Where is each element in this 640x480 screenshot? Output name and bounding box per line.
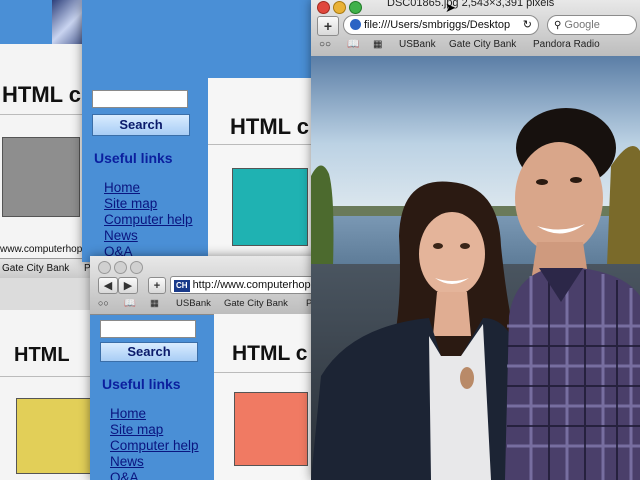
bookmark-gate-city-bank[interactable]: Gate City Bank	[449, 39, 516, 50]
top-sites-grid-icon[interactable]: ▦	[150, 298, 159, 309]
reader-icon[interactable]: ○○	[98, 298, 109, 308]
search-input[interactable]	[100, 320, 196, 338]
front-bookmarks-bar: ○○ 📖 ▦ USBank Gate City Bank P	[90, 298, 322, 312]
bookmarks-icon[interactable]: 📖	[124, 298, 136, 309]
link-computer-help[interactable]: Computer help	[104, 212, 193, 227]
middle-content-area: HTML c	[208, 78, 322, 262]
bookmark-gate-city-bank[interactable]: Gate City Bank	[2, 263, 69, 274]
address-bar-text: file:///Users/smbriggs/Desktop	[364, 19, 511, 31]
search-button[interactable]: Search	[100, 342, 198, 362]
man-eye-right	[570, 177, 582, 183]
photo-bookmarks-bar: ○○ 📖 ▦ USBank Gate City Bank Pandora Rad…	[311, 39, 640, 53]
back-left-window: HTML c www.computerhop Gate City Bank P …	[0, 0, 92, 480]
left-trees	[311, 165, 334, 266]
back-left-lower-header	[0, 278, 92, 310]
link-computer-help[interactable]: Computer help	[110, 438, 199, 453]
search-placeholder: Google	[564, 19, 600, 31]
woman-neck	[433, 292, 471, 336]
back-left-swatch-bottom	[16, 398, 92, 474]
window-title: DSC01865.jpg 2,543×3,391 pixels	[387, 0, 555, 9]
link-news[interactable]: News	[110, 454, 144, 469]
bookmark-gate-city-bank[interactable]: Gate City Bank	[224, 298, 288, 309]
link-home[interactable]: Home	[104, 180, 140, 195]
zoom-window-icon[interactable]	[130, 261, 143, 274]
add-bookmark-button[interactable]: +	[148, 277, 166, 294]
minimize-window-icon[interactable]	[333, 1, 346, 14]
reader-icon[interactable]: ○○	[319, 39, 331, 50]
back-left-page-title: HTML c	[2, 82, 82, 107]
back-button[interactable]: ◀	[98, 277, 118, 294]
couple-photo-illustration	[311, 56, 640, 480]
link-site-map[interactable]: Site map	[110, 422, 163, 437]
man-face	[515, 142, 603, 254]
search-button[interactable]: Search	[92, 114, 190, 136]
address-bar-text: http://www.computerhop	[192, 279, 311, 291]
address-bar[interactable]: file:///Users/smbriggs/Desktop ↻	[343, 15, 539, 35]
site-favicon: CH	[174, 280, 190, 292]
minimize-window-icon[interactable]	[114, 261, 127, 274]
middle-page-title: HTML c	[230, 114, 310, 139]
search-field[interactable]: ⚲ Google	[547, 15, 637, 35]
divider	[0, 376, 92, 377]
link-qa[interactable]: Q&A	[110, 470, 139, 480]
useful-links-heading: Useful links	[94, 150, 173, 166]
address-bar[interactable]: CH http://www.computerhop	[170, 276, 322, 294]
back-left-lower-title: HTML	[14, 344, 70, 366]
back-left-url-fragment: www.computerhop	[0, 244, 83, 255]
mouse-cursor-icon: ➤	[445, 0, 456, 15]
zoom-window-icon[interactable]	[349, 1, 362, 14]
bookmarks-icon[interactable]: 📖	[347, 39, 359, 50]
photo-toolbar: DSC01865.jpg 2,543×3,391 pixels + file:/…	[311, 0, 640, 57]
photo-window: DSC01865.jpg 2,543×3,391 pixels + file:/…	[311, 0, 640, 480]
back-left-bookmarks-bar: Gate City Bank P	[0, 258, 92, 279]
front-swatch	[234, 392, 308, 466]
middle-swatch	[232, 168, 308, 246]
divider	[214, 372, 322, 373]
photo-image	[311, 56, 640, 480]
woman-pendant	[460, 367, 474, 389]
middle-window: Search Useful links Home Site map Comput…	[82, 0, 322, 262]
back-left-swatch-top	[2, 137, 80, 217]
link-news[interactable]: News	[104, 228, 138, 243]
bookmark-usbank[interactable]: USBank	[399, 39, 436, 50]
link-site-map[interactable]: Site map	[104, 196, 157, 211]
useful-links-list: Home Site map Computer help News Q&A	[110, 406, 199, 480]
woman-eye-left	[433, 243, 443, 249]
forward-button[interactable]: ▶	[118, 277, 138, 294]
site-globe-icon	[350, 19, 361, 30]
link-home[interactable]: Home	[110, 406, 146, 421]
front-page-title: HTML c	[232, 342, 308, 365]
add-bookmark-button[interactable]: +	[317, 16, 339, 36]
divider	[208, 144, 322, 145]
bookmark-usbank[interactable]: USBank	[176, 298, 211, 309]
man-eye-left	[536, 179, 548, 185]
divider	[0, 114, 92, 115]
front-toolbar: ◀ ▶ + CH http://www.computerhop ○○ 📖 ▦ US…	[90, 256, 322, 315]
reload-icon[interactable]: ↻	[523, 16, 532, 34]
bookmark-pandora-radio[interactable]: Pandora Radio	[533, 39, 600, 50]
close-window-icon[interactable]	[98, 261, 111, 274]
close-window-icon[interactable]	[317, 1, 330, 14]
top-sites-grid-icon[interactable]: ▦	[373, 39, 382, 50]
front-content-area: HTML c	[214, 314, 322, 480]
useful-links-list: Home Site map Computer help News Q&A	[104, 180, 193, 260]
man-plaid-shirt	[505, 268, 640, 480]
search-input[interactable]	[92, 90, 188, 108]
front-window: ◀ ▶ + CH http://www.computerhop ○○ 📖 ▦ US…	[90, 256, 322, 480]
useful-links-heading: Useful links	[102, 376, 181, 392]
search-icon: ⚲	[554, 20, 562, 31]
woman-eye-right	[460, 243, 470, 249]
